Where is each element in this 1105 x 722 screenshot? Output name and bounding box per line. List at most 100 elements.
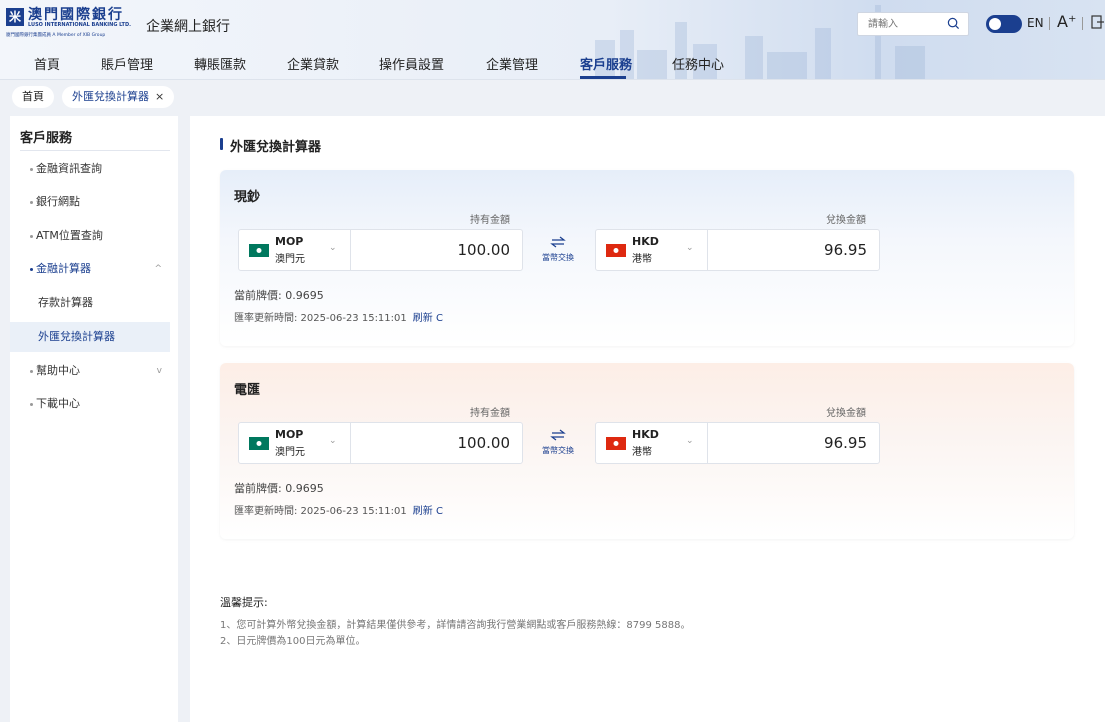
swap-label: 當幣交換: [542, 253, 574, 262]
sidebar-item-label: ATM位置查詢: [36, 229, 103, 242]
sidebar-title: 客戶服務: [20, 131, 73, 146]
currency-code: HKD: [632, 235, 659, 248]
sidebar-item-branches[interactable]: 銀行網點: [10, 187, 170, 217]
converted-amount-label: 兌換金額: [826, 215, 866, 226]
font-size-button[interactable]: A⁺: [1057, 12, 1076, 31]
bullet-icon: [30, 201, 33, 204]
bank-logo[interactable]: 米 澳門國際銀行 LUSO INTERNATIONAL BANKING LTD.: [6, 8, 131, 29]
hong-kong-flag-icon: [606, 437, 626, 450]
chevron-down-icon: ⌄: [329, 436, 337, 446]
sidebar-subitem-fx-calc[interactable]: 外匯兌換計算器: [10, 322, 170, 352]
currency-code: MOP: [275, 428, 304, 441]
current-rate: 當前牌價: 0.9695: [234, 482, 324, 495]
bullet-icon: [30, 268, 33, 271]
currency-code: MOP: [275, 235, 304, 248]
chevron-down-icon: v: [156, 366, 162, 376]
theme-toggle[interactable]: [986, 15, 1022, 33]
nav-active-indicator: [580, 76, 626, 79]
nav-task-center[interactable]: 任務中心: [672, 54, 724, 73]
rate-update-time: 匯率更新時間: 2025-06-23 15:11:01 刷新 C: [234, 502, 443, 517]
sidebar-item-atm[interactable]: ATM位置查詢: [10, 221, 170, 251]
holding-amount-input[interactable]: 100.00: [458, 241, 511, 259]
bank-name-en: LUSO INTERNATIONAL BANKING LTD.: [28, 22, 131, 28]
holding-amount-label: 持有金額: [470, 215, 510, 226]
swap-icon: [550, 429, 566, 441]
top-header: 米 澳門國際銀行 LUSO INTERNATIONAL BANKING LTD.…: [0, 0, 1105, 80]
nav-enterprise-mgmt[interactable]: 企業管理: [486, 54, 538, 73]
group-member-text: 廈門國際銀行集團成員 A Member of XIB Group: [6, 33, 106, 38]
main-content: 外匯兌換計算器 現鈔 持有金額 兌換金額 MOP 澳門元 ⌄ 100.00 當幣…: [190, 116, 1105, 722]
currency-name: 澳門元: [275, 447, 305, 458]
tab-label: 外匯兌換計算器: [72, 90, 149, 103]
refresh-button[interactable]: 刷新 C: [413, 506, 443, 517]
nav-home[interactable]: 首頁: [34, 54, 60, 73]
sidebar-item-help[interactable]: 幫助中心 v: [10, 356, 170, 386]
hong-kong-flag-icon: [606, 244, 626, 257]
app-title: 企業網上銀行: [146, 19, 230, 35]
wire-exchange-card: 電匯 持有金額 兌換金額 MOP 澳門元 ⌄ 100.00 當幣交換 HKD 港…: [220, 363, 1074, 539]
bullet-icon: [30, 370, 33, 373]
holding-amount-label: 持有金額: [470, 408, 510, 419]
macau-flag-icon: [249, 244, 269, 257]
sidebar-item-label: 金融計算器: [36, 262, 91, 275]
search-input[interactable]: [858, 13, 938, 35]
bullet-icon: [30, 168, 33, 171]
to-currency-select[interactable]: HKD 港幣 ⌄: [596, 423, 708, 463]
divider: [1049, 17, 1050, 30]
bullet-icon: [30, 235, 33, 238]
converted-amount-output: 96.95: [824, 241, 867, 259]
main-nav: 首頁 賬戶管理 轉賬匯款 企業貸款 操作員設置 企業管理 客戶服務 任務中心: [0, 46, 1105, 79]
nav-loans[interactable]: 企業貸款: [287, 54, 339, 73]
bullet-icon: [30, 403, 33, 406]
sidebar-item-downloads[interactable]: 下載中心: [10, 389, 170, 419]
swap-currency-button[interactable]: 當幣交換: [535, 236, 581, 263]
card-title: 電匯: [234, 383, 261, 398]
language-switch[interactable]: EN: [1027, 16, 1044, 30]
nav-customer-service[interactable]: 客戶服務: [580, 54, 632, 73]
sidebar: 客戶服務 金融資訊查詢 銀行網點 ATM位置查詢 金融計算器 ^ 存款計算器 外…: [10, 116, 178, 722]
from-currency-select[interactable]: MOP 澳門元 ⌄: [239, 230, 351, 270]
converted-amount-label: 兌換金額: [826, 408, 866, 419]
search-box[interactable]: [857, 12, 969, 36]
close-icon[interactable]: ×: [155, 90, 164, 103]
swap-label: 當幣交換: [542, 446, 574, 455]
currency-name: 澳門元: [275, 254, 305, 265]
sidebar-item-label: 下載中心: [36, 397, 80, 410]
refresh-button[interactable]: 刷新 C: [413, 313, 443, 324]
sidebar-item-label: 金融資訊查詢: [36, 162, 102, 175]
tips-title: 溫馨提示:: [220, 596, 268, 609]
tab-fx-calculator[interactable]: 外匯兌換計算器 ×: [62, 86, 175, 108]
sidebar-subitem-deposit-calc[interactable]: 存款計算器: [10, 288, 170, 318]
card-title: 現鈔: [234, 190, 261, 205]
page-title: 外匯兌換計算器: [220, 136, 321, 155]
tab-home[interactable]: 首頁: [12, 86, 54, 108]
from-currency-box: MOP 澳門元 ⌄ 100.00: [238, 422, 523, 464]
nav-operator-settings[interactable]: 操作員設置: [379, 54, 444, 73]
swap-currency-button[interactable]: 當幣交換: [535, 429, 581, 456]
chevron-down-icon: ⌄: [329, 243, 337, 253]
macau-flag-icon: [249, 437, 269, 450]
update-time-text: 匯率更新時間: 2025-06-23 15:11:01: [234, 313, 407, 324]
search-icon[interactable]: [947, 17, 960, 30]
rate-update-time: 匯率更新時間: 2025-06-23 15:11:01 刷新 C: [234, 309, 443, 324]
cash-exchange-card: 現鈔 持有金額 兌換金額 MOP 澳門元 ⌄ 100.00 當幣交換 HKD 港…: [220, 170, 1074, 346]
logout-icon[interactable]: [1091, 15, 1105, 29]
tip-line: 1、您可計算外幣兌換金額，計算結果僅供參考，詳情請咨詢我行營業網點或客戶服務熱線…: [220, 620, 691, 631]
swap-icon: [550, 236, 566, 248]
sidebar-item-calculators[interactable]: 金融計算器 ^: [10, 254, 170, 284]
chevron-down-icon: ⌄: [686, 243, 694, 253]
from-currency-select[interactable]: MOP 澳門元 ⌄: [239, 423, 351, 463]
nav-accounts[interactable]: 賬戶管理: [101, 54, 153, 73]
sidebar-item-label: 幫助中心: [36, 364, 80, 377]
bank-name-cn: 澳門國際銀行: [28, 7, 124, 23]
tip-line: 2、日元牌價為100日元為單位。: [220, 636, 366, 647]
divider: [20, 150, 170, 151]
update-time-text: 匯率更新時間: 2025-06-23 15:11:01: [234, 506, 407, 517]
nav-transfer[interactable]: 轉賬匯款: [194, 54, 246, 73]
sidebar-item-financial-info[interactable]: 金融資訊查詢: [10, 154, 170, 184]
currency-code: HKD: [632, 428, 659, 441]
converted-amount-output: 96.95: [824, 434, 867, 452]
to-currency-box: HKD 港幣 ⌄ 96.95: [595, 422, 880, 464]
to-currency-select[interactable]: HKD 港幣 ⌄: [596, 230, 708, 270]
holding-amount-input[interactable]: 100.00: [458, 434, 511, 452]
